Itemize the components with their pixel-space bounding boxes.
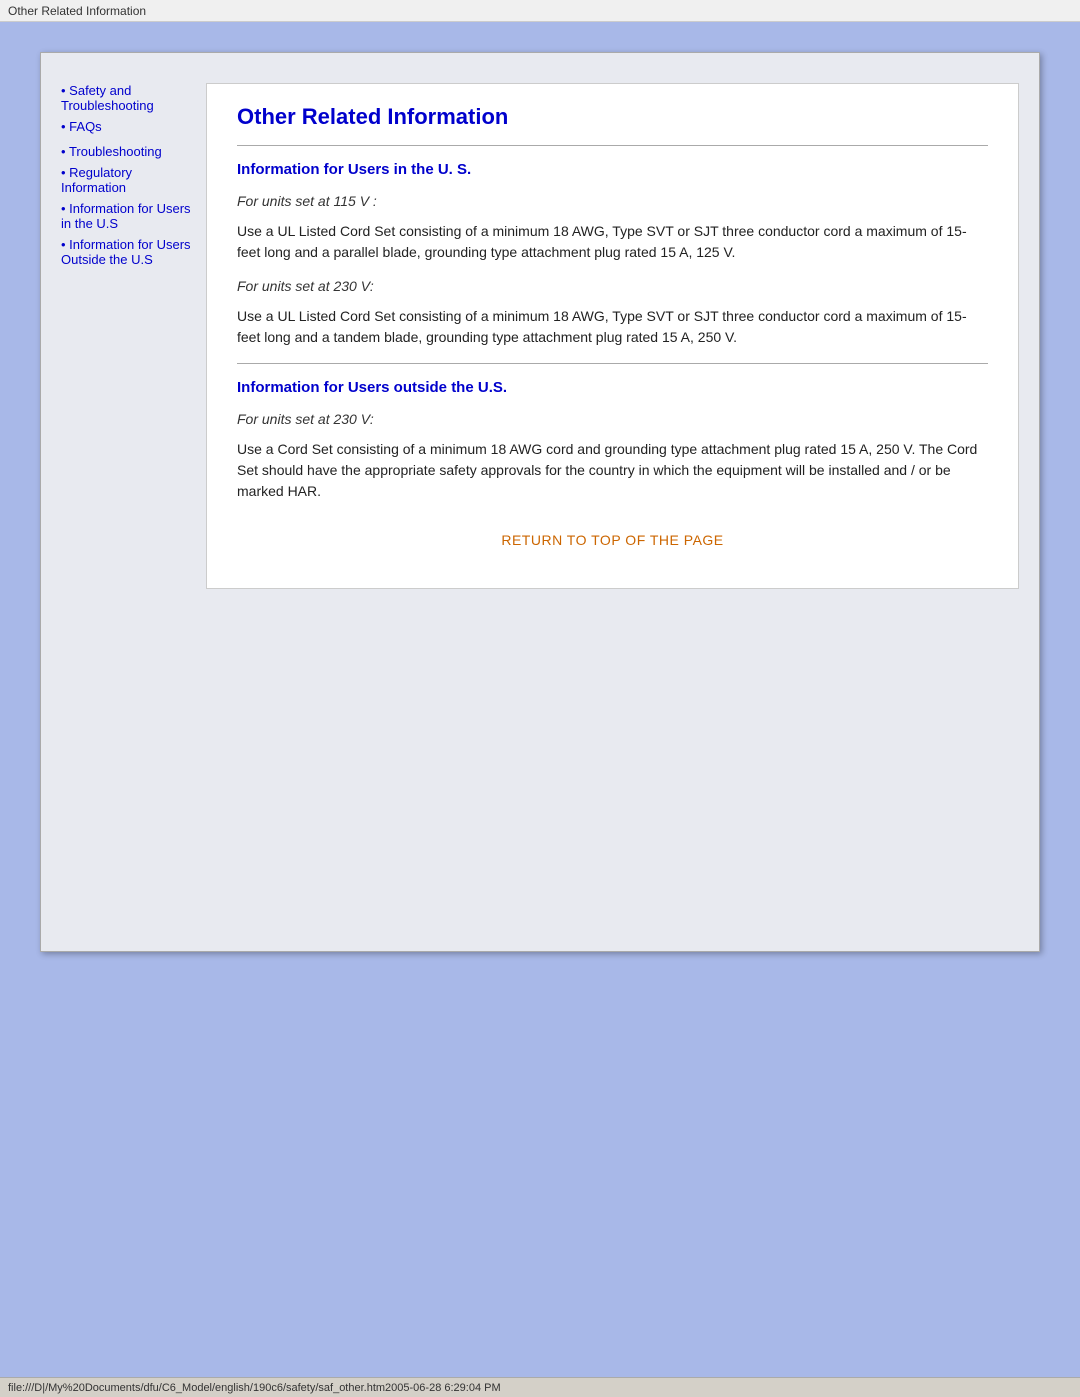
main-content: Other Related Information Information fo… (206, 83, 1019, 589)
sidebar-link-faqs[interactable]: FAQs (69, 119, 102, 134)
section2-subsection1-italic: For units set at 230 V: (237, 411, 988, 427)
sidebar-link-troubleshooting[interactable]: Troubleshooting (69, 144, 162, 159)
title-bar-text: Other Related Information (8, 4, 146, 18)
divider-middle (237, 363, 988, 364)
sidebar-item-regulatory[interactable]: • Regulatory Information (61, 165, 196, 195)
sidebar: • Safety and Troubleshooting • FAQs • Tr… (61, 83, 206, 589)
sidebar-item-info-us[interactable]: • Information for Users in the U.S (61, 201, 196, 231)
sidebar-item-info-outside-us[interactable]: • Information for Users Outside the U.S (61, 237, 196, 267)
sidebar-link-regulatory[interactable]: Regulatory Information (61, 165, 132, 195)
sidebar-link-safety-troubleshooting[interactable]: Safety and Troubleshooting (61, 83, 154, 113)
bullet-icon: • (61, 119, 69, 134)
return-link-container: RETURN TO TOP OF THE PAGE (237, 532, 988, 548)
sidebar-link-info-outside-us[interactable]: Information for Users Outside the U.S (61, 237, 191, 267)
section1-subsection2-body: Use a UL Listed Cord Set consisting of a… (237, 306, 988, 348)
return-to-top-link[interactable]: RETURN TO TOP OF THE PAGE (501, 532, 723, 548)
sidebar-item-faqs[interactable]: • FAQs (61, 119, 196, 134)
bullet-icon: • (61, 165, 69, 180)
status-bar-text: file:///D|/My%20Documents/dfu/C6_Model/e… (8, 1382, 501, 1394)
status-bar: file:///D|/My%20Documents/dfu/C6_Model/e… (0, 1377, 1080, 1397)
title-bar: Other Related Information (0, 0, 1080, 22)
sidebar-item-safety-troubleshooting[interactable]: • Safety and Troubleshooting (61, 83, 196, 113)
sidebar-link-info-us[interactable]: Information for Users in the U.S (61, 201, 191, 231)
browser-window: • Safety and Troubleshooting • FAQs • Tr… (40, 52, 1040, 952)
page-title: Other Related Information (237, 104, 988, 130)
bullet-icon: • (61, 83, 69, 98)
sidebar-item-troubleshooting[interactable]: • Troubleshooting (61, 144, 196, 159)
bullet-icon: • (61, 144, 69, 159)
section1-title: Information for Users in the U. S. (237, 161, 988, 178)
section1-subsection1-italic: For units set at 115 V : (237, 193, 988, 209)
content-area: • Safety and Troubleshooting • FAQs • Tr… (41, 53, 1039, 619)
bullet-icon: • (61, 201, 69, 216)
section2-subsection1-body: Use a Cord Set consisting of a minimum 1… (237, 439, 988, 502)
section1-subsection2-italic: For units set at 230 V: (237, 278, 988, 294)
section2-title: Information for Users outside the U.S. (237, 379, 988, 396)
divider-top (237, 145, 988, 146)
section1-subsection1-body: Use a UL Listed Cord Set consisting of a… (237, 221, 988, 263)
bullet-icon: • (61, 237, 69, 252)
